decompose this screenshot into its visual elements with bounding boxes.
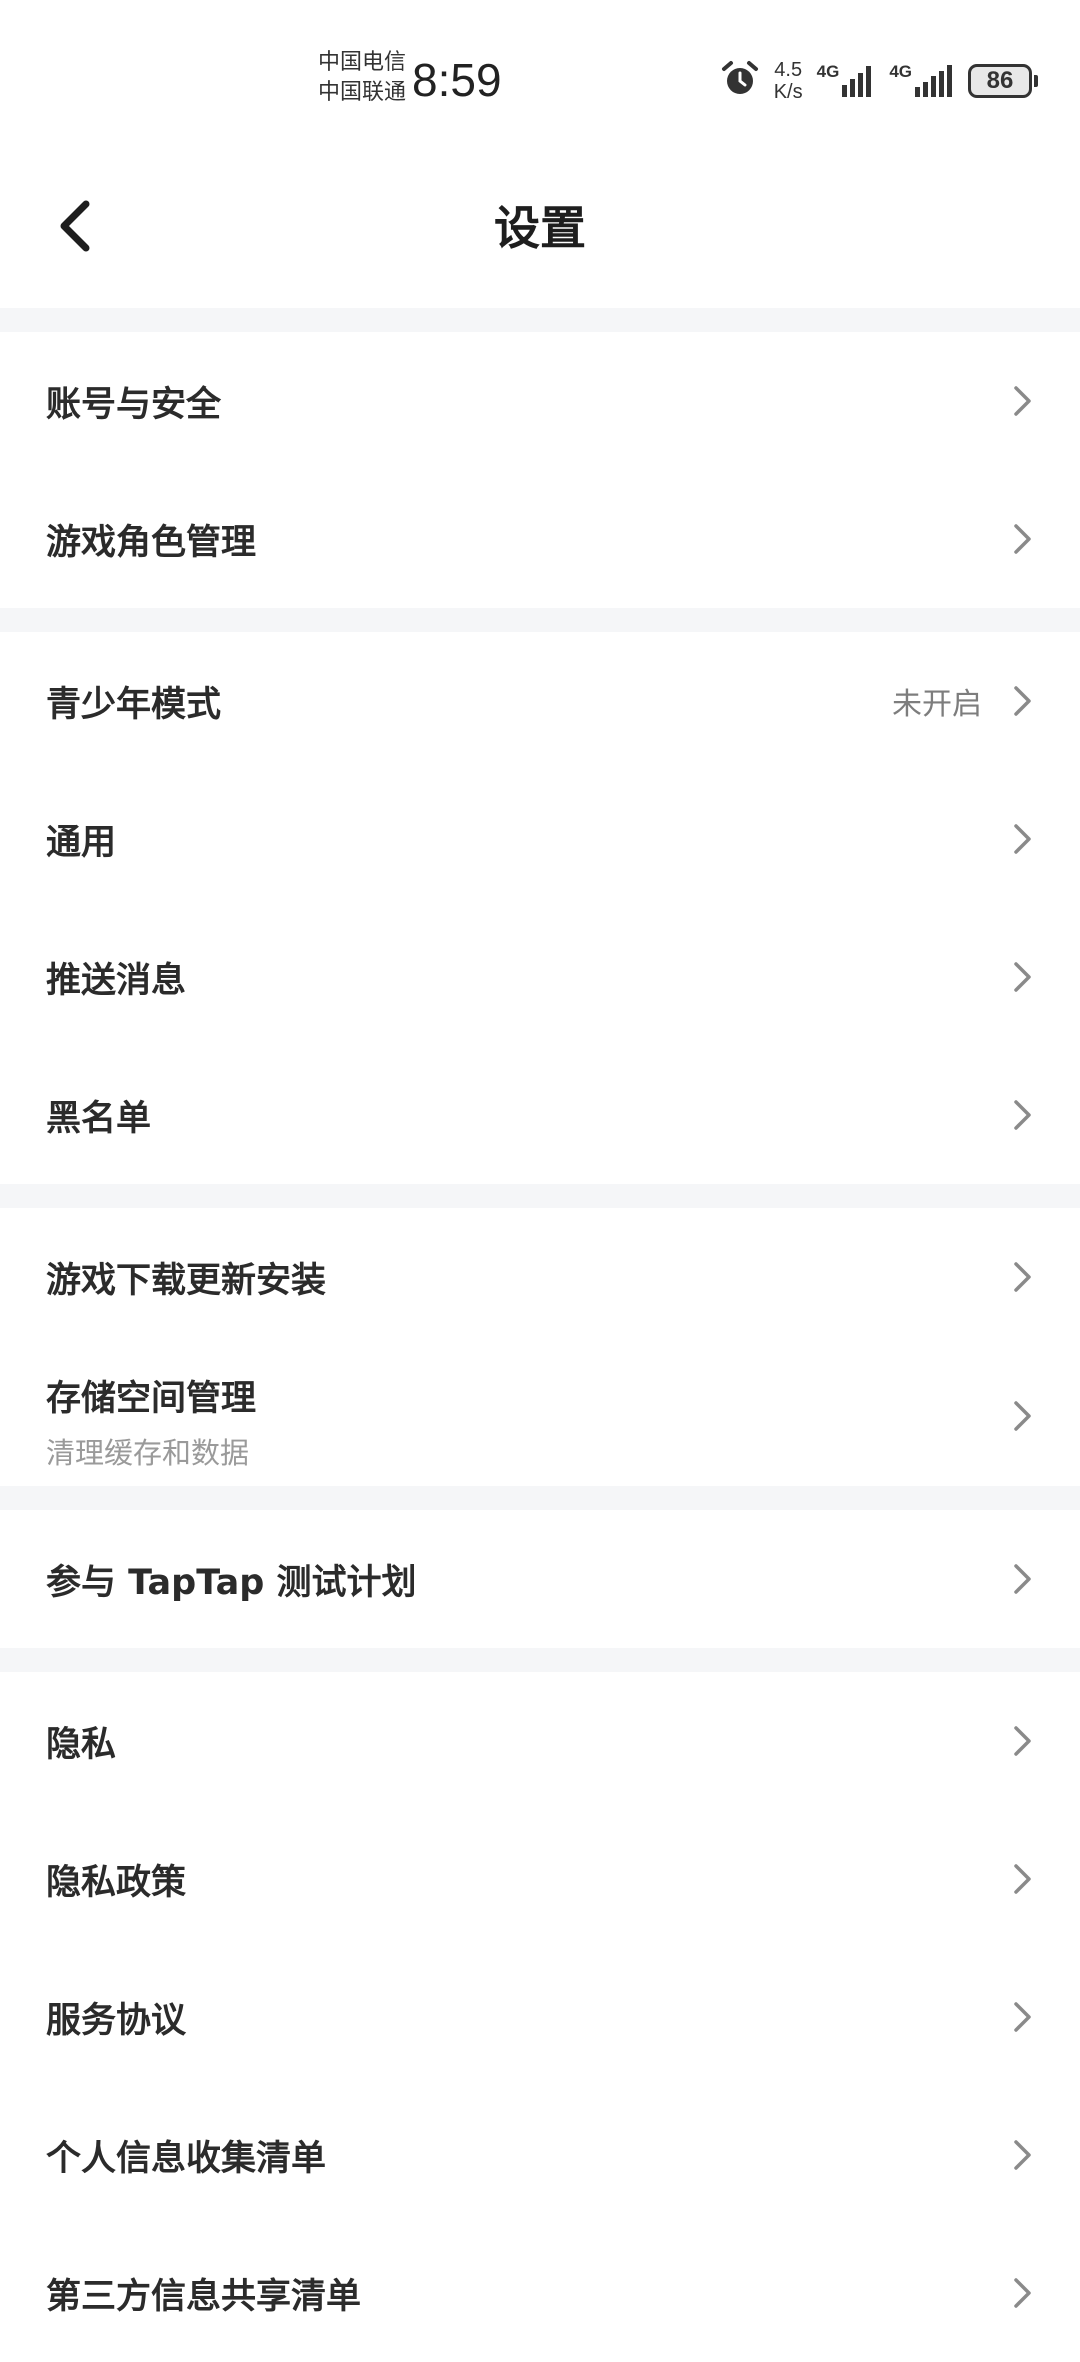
settings-row-label: 个人信息收集清单	[46, 2138, 327, 2179]
settings-row[interactable]: 个人信息收集清单	[0, 2086, 1080, 2224]
settings-list: 账号与安全 游戏角色管理 青少年模式 未开启 通用 推送消息 黑名单 游戏下载更新安装 存储空间…	[0, 308, 1080, 2362]
carrier-info: 中国电信 中国联通	[318, 48, 406, 108]
chevron-right-icon	[1008, 2135, 1036, 2175]
settings-row-label: 游戏角色管理	[46, 522, 257, 563]
chevron-right-icon	[1008, 2273, 1036, 2313]
settings-row-label: 账号与安全	[46, 384, 222, 425]
status-bar: 中国电信 中国联通 8:59 4.5 K/s 4G 4G 86	[0, 0, 1080, 150]
settings-row[interactable]: 青少年模式 未开启	[0, 632, 1080, 770]
page-title: 设置	[494, 201, 586, 255]
signal-1: 4G	[817, 63, 876, 99]
section-divider	[0, 308, 1080, 332]
settings-row[interactable]: 存储空间管理清理缓存和数据	[0, 1346, 1080, 1486]
signal-2: 4G	[889, 63, 954, 99]
chevron-right-icon	[1008, 1396, 1036, 1436]
settings-row-label: 推送消息	[46, 960, 187, 1001]
battery-indicator: 86	[968, 64, 1038, 98]
settings-row[interactable]: 推送消息	[0, 908, 1080, 1046]
chevron-right-icon	[1008, 1997, 1036, 2037]
settings-row[interactable]: 第三方信息共享清单	[0, 2224, 1080, 2362]
section-divider	[0, 608, 1080, 632]
settings-row-value: 未开启	[892, 687, 982, 722]
settings-row-label: 游戏下载更新安装	[46, 1260, 327, 1301]
signal-bars-icon	[915, 65, 952, 97]
settings-row[interactable]: 账号与安全	[0, 332, 1080, 470]
settings-row-label: 参与 TapTap 测试计划	[46, 1562, 417, 1603]
chevron-right-icon	[1008, 957, 1036, 997]
chevron-right-icon	[1008, 1721, 1036, 1761]
settings-row[interactable]: 参与 TapTap 测试计划	[0, 1510, 1080, 1648]
settings-row[interactable]: 游戏角色管理	[0, 470, 1080, 608]
settings-row[interactable]: 隐私	[0, 1672, 1080, 1810]
settings-row-label: 青少年模式	[46, 684, 222, 725]
settings-row[interactable]: 服务协议	[0, 1948, 1080, 2086]
chevron-right-icon	[1008, 381, 1036, 421]
battery-tip	[1034, 75, 1038, 87]
chevron-right-icon	[1008, 1257, 1036, 1297]
section-divider	[0, 1184, 1080, 1208]
chevron-right-icon	[1008, 819, 1036, 859]
chevron-right-icon	[1008, 1859, 1036, 1899]
settings-row-subtitle: 清理缓存和数据	[46, 1436, 250, 1470]
settings-row-label: 黑名单	[46, 1098, 152, 1139]
settings-row-label: 通用	[46, 822, 117, 863]
settings-row[interactable]: 游戏下载更新安装	[0, 1208, 1080, 1346]
network-speed: 4.5 K/s	[773, 59, 803, 103]
carrier-1: 中国电信	[318, 50, 407, 75]
settings-row-label: 第三方信息共享清单	[46, 2276, 362, 2317]
settings-row-label: 存储空间管理	[46, 1379, 257, 1419]
settings-row[interactable]: 黑名单	[0, 1046, 1080, 1184]
chevron-right-icon	[1008, 519, 1036, 559]
settings-row-label: 隐私政策	[46, 1862, 187, 1903]
carrier-2: 中国联通	[318, 80, 407, 105]
battery-level: 86	[968, 64, 1032, 98]
signal-bars-icon	[842, 66, 872, 97]
settings-row[interactable]: 隐私政策	[0, 1810, 1080, 1948]
section-divider	[0, 1486, 1080, 1510]
clock: 8:59	[412, 54, 502, 106]
settings-row[interactable]: 通用	[0, 770, 1080, 908]
chevron-right-icon	[1008, 1095, 1036, 1135]
settings-row-label: 隐私	[46, 1724, 117, 1765]
section-divider	[0, 1648, 1080, 1672]
alarm-icon	[720, 59, 760, 103]
settings-row-label: 服务协议	[46, 2000, 187, 2041]
chevron-right-icon	[1008, 681, 1036, 721]
chevron-right-icon	[1008, 1559, 1036, 1599]
status-icons: 4.5 K/s 4G 4G 86	[706, 58, 1038, 104]
